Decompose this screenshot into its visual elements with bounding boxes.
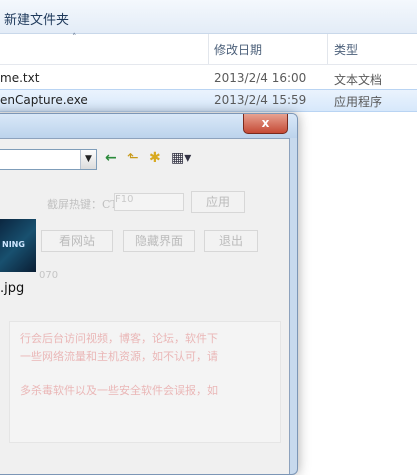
exit-button: 退出 <box>204 230 258 252</box>
dialog-titlebar[interactable]: x <box>0 114 297 138</box>
close-button[interactable]: x <box>243 114 288 134</box>
up-folder-icon[interactable]: ⬑ <box>127 149 139 167</box>
column-divider[interactable] <box>327 34 328 64</box>
file-date: 2013/2/4 15:59 <box>214 93 307 107</box>
notice-line: 行会后台访问视频，博客，论坛，软件下 <box>20 332 218 345</box>
back-arrow-icon[interactable]: ← <box>105 149 117 167</box>
site-button: 看网站 <box>41 230 113 252</box>
column-header: ˄ 修改日期 类型 <box>0 33 417 65</box>
background-app: 截屏热键：CTRL+ F10 应用 看网站 隐藏界面 退出 070 行会后台访问… <box>0 171 289 474</box>
file-name: me.txt <box>0 71 40 85</box>
thumbnail-text: NING <box>2 240 25 249</box>
view-menu-icon[interactable]: ▦▾ <box>171 149 191 167</box>
file-row[interactable]: me.txt 2013/2/4 16:00 文本文档 <box>0 68 417 89</box>
notice-box: 行会后台访问视频，博客，论坛，软件下 一些网络流量和主机资源，如不认可，请 多杀… <box>9 321 281 443</box>
chevron-down-icon[interactable]: ▼ <box>80 150 96 169</box>
command-bar: 新建文件夹 <box>0 0 417 34</box>
sort-arrow-icon: ˄ <box>72 33 77 43</box>
file-date: 2013/2/4 16:00 <box>214 71 307 85</box>
file-row-selected[interactable]: enCapture.exe 2013/2/4 15:59 应用程序 <box>0 89 417 112</box>
file-type: 应用程序 <box>334 95 383 109</box>
hotkey-value: F10 <box>115 194 134 205</box>
dialog-toolbar: ▼ ← ⬑ ✱ ▦▾ <box>0 139 289 171</box>
new-folder-icon[interactable]: ✱ <box>149 149 161 167</box>
version-text: 070 <box>39 270 59 281</box>
column-date-header[interactable]: 修改日期 <box>214 41 262 58</box>
thumbnail-file-name[interactable]: .jpg <box>0 281 24 296</box>
hide-ui-button: 隐藏界面 <box>123 230 195 252</box>
column-type-header[interactable]: 类型 <box>334 41 358 58</box>
hotkey-combo: F10 <box>114 193 184 211</box>
notice-line: 多杀毒软件以及一些安全软件会误报，如 <box>20 384 218 397</box>
column-divider[interactable] <box>208 34 209 64</box>
file-name: enCapture.exe <box>0 93 88 107</box>
file-dialog: x ▼ ← ⬑ ✱ ▦▾ 截屏热键：CTRL+ F10 应用 看网站 隐藏界面 … <box>0 113 298 475</box>
file-type: 文本文档 <box>334 73 383 87</box>
new-folder-button[interactable]: 新建文件夹 <box>4 9 69 28</box>
notice-line: 一些网络流量和主机资源，如不认可，请 <box>20 350 218 363</box>
apply-button: 应用 <box>191 191 245 213</box>
look-in-combo[interactable]: ▼ <box>0 149 97 170</box>
dialog-client: ▼ ← ⬑ ✱ ▦▾ 截屏热键：CTRL+ F10 应用 看网站 隐藏界面 退出… <box>0 138 290 474</box>
image-thumbnail[interactable]: NING <box>0 219 36 272</box>
